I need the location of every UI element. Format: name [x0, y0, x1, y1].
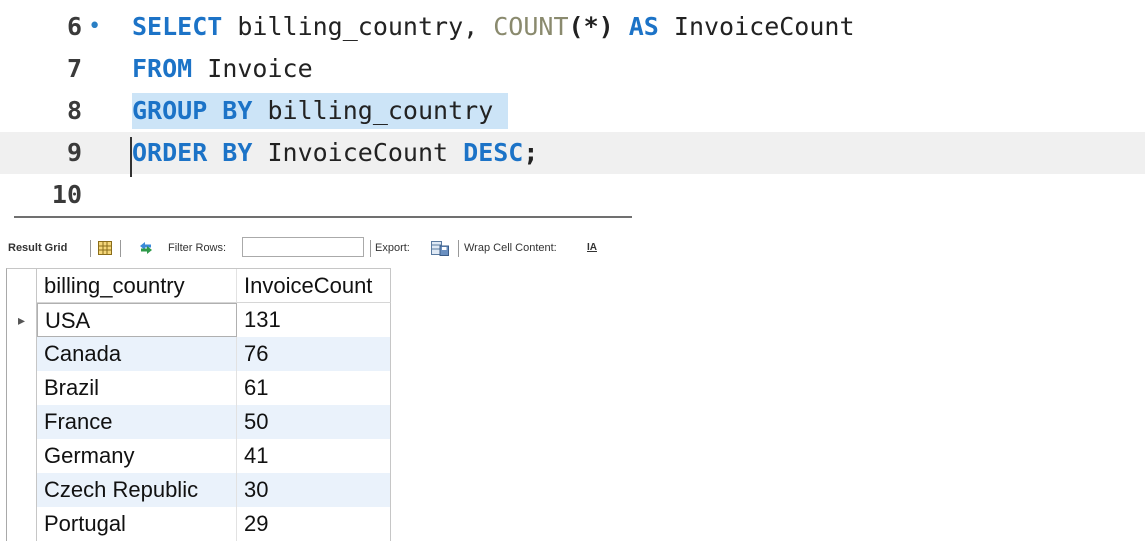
keyword-desc: DESC [463, 138, 524, 167]
cell-billing-country[interactable]: Czech Republic [37, 473, 237, 507]
export-icon[interactable] [431, 233, 449, 263]
export-label: Export: [375, 242, 410, 254]
keyword-from: FROM [132, 54, 193, 83]
code-line-9[interactable]: 9 ORDER BY InvoiceCount DESC; [0, 132, 1145, 174]
wrap-cell-content-icon[interactable]: IA [587, 233, 597, 263]
code-identifier: billing_country [252, 96, 509, 125]
table-row[interactable]: Portugal 29 [7, 507, 391, 541]
code-identifier: InvoiceCount [658, 12, 855, 41]
line-number: 10 [51, 180, 82, 209]
table-row[interactable]: Germany 41 [7, 439, 391, 473]
line-number: 7 [66, 54, 82, 83]
filter-rows-label: Filter Rows: [168, 242, 227, 254]
toolbar-divider [120, 240, 121, 257]
line-number: 6 [66, 12, 82, 41]
grid-layout-icon[interactable] [98, 233, 112, 263]
column-header-invoice-count[interactable]: InvoiceCount [237, 269, 391, 303]
table-row[interactable]: ▸ USA 131 [7, 303, 391, 337]
statement-marker-icon[interactable]: • [88, 6, 101, 48]
row-header [7, 439, 37, 473]
toolbar-divider [370, 240, 371, 257]
row-header [7, 371, 37, 405]
result-grid[interactable]: billing_country InvoiceCount ▸ USA 131 C… [6, 268, 391, 541]
cell-invoice-count[interactable]: 61 [237, 371, 391, 405]
refresh-icon[interactable] [138, 233, 154, 263]
code-identifier: Invoice [192, 54, 313, 83]
code-identifier: billing_country, [222, 12, 494, 41]
current-row-marker-icon: ▸ [7, 303, 37, 337]
filter-rows-input[interactable] [242, 237, 364, 257]
wrap-cell-content-label: Wrap Cell Content: [464, 242, 557, 254]
result-toolbar: Result Grid Filter Rows: Export: Wrap Ce… [0, 233, 1145, 263]
code-text: SELECT billing_country, COUNT(*) AS Invo… [132, 6, 855, 48]
code-line-10[interactable]: 10 [0, 174, 1145, 216]
toolbar-divider [458, 240, 459, 257]
function-count: COUNT [493, 12, 569, 41]
keyword-as: AS [628, 12, 659, 41]
cell-billing-country[interactable]: Portugal [37, 507, 237, 541]
cell-invoice-count[interactable]: 131 [237, 303, 391, 337]
code-text: FROM Invoice [132, 48, 313, 90]
text-caret [130, 137, 132, 177]
table-row[interactable]: France 50 [7, 405, 391, 439]
code-text: GROUP BY billing_country [132, 90, 509, 132]
row-header [7, 507, 37, 541]
cell-billing-country[interactable]: Brazil [37, 371, 237, 405]
code-text: ORDER BY InvoiceCount DESC; [132, 132, 538, 174]
cell-invoice-count[interactable]: 50 [237, 405, 391, 439]
table-row[interactable]: Canada 76 [7, 337, 391, 371]
row-header [7, 337, 37, 371]
keyword-group-by: GROUP BY [132, 96, 253, 125]
cell-billing-country[interactable]: Canada [37, 337, 237, 371]
code-punctuation: (*) [568, 12, 614, 41]
toolbar-divider [90, 240, 91, 257]
code-identifier: InvoiceCount [252, 138, 464, 167]
grid-header-row: billing_country InvoiceCount [7, 269, 391, 303]
sql-editor[interactable]: 6 • SELECT billing_country, COUNT(*) AS … [0, 0, 1145, 209]
code-line-6[interactable]: 6 • SELECT billing_country, COUNT(*) AS … [0, 6, 1145, 48]
code-line-8[interactable]: 8 GROUP BY billing_country [0, 90, 1145, 132]
line-number: 9 [66, 138, 82, 167]
cell-billing-country[interactable]: France [37, 405, 237, 439]
keyword-select: SELECT [132, 12, 223, 41]
row-header-corner [7, 269, 37, 303]
cell-invoice-count[interactable]: 29 [237, 507, 391, 541]
row-header [7, 473, 37, 507]
table-row[interactable]: Czech Republic 30 [7, 473, 391, 507]
cell-invoice-count[interactable]: 41 [237, 439, 391, 473]
cell-billing-country[interactable]: Germany [37, 439, 237, 473]
cell-invoice-count[interactable]: 76 [237, 337, 391, 371]
line-number: 8 [66, 96, 82, 125]
text-selection: GROUP BY billing_country [132, 93, 509, 129]
code-line-7[interactable]: 7 FROM Invoice [0, 48, 1145, 90]
cell-invoice-count[interactable]: 30 [237, 473, 391, 507]
column-header-billing-country[interactable]: billing_country [37, 269, 237, 303]
table-row[interactable]: Brazil 61 [7, 371, 391, 405]
code-punctuation: ; [523, 138, 539, 167]
cell-billing-country[interactable]: USA [37, 303, 237, 337]
editor-horizontal-scrollbar[interactable] [14, 216, 632, 218]
row-header [7, 405, 37, 439]
result-grid-tab[interactable]: Result Grid [8, 233, 67, 263]
keyword-order-by: ORDER BY [132, 138, 253, 167]
